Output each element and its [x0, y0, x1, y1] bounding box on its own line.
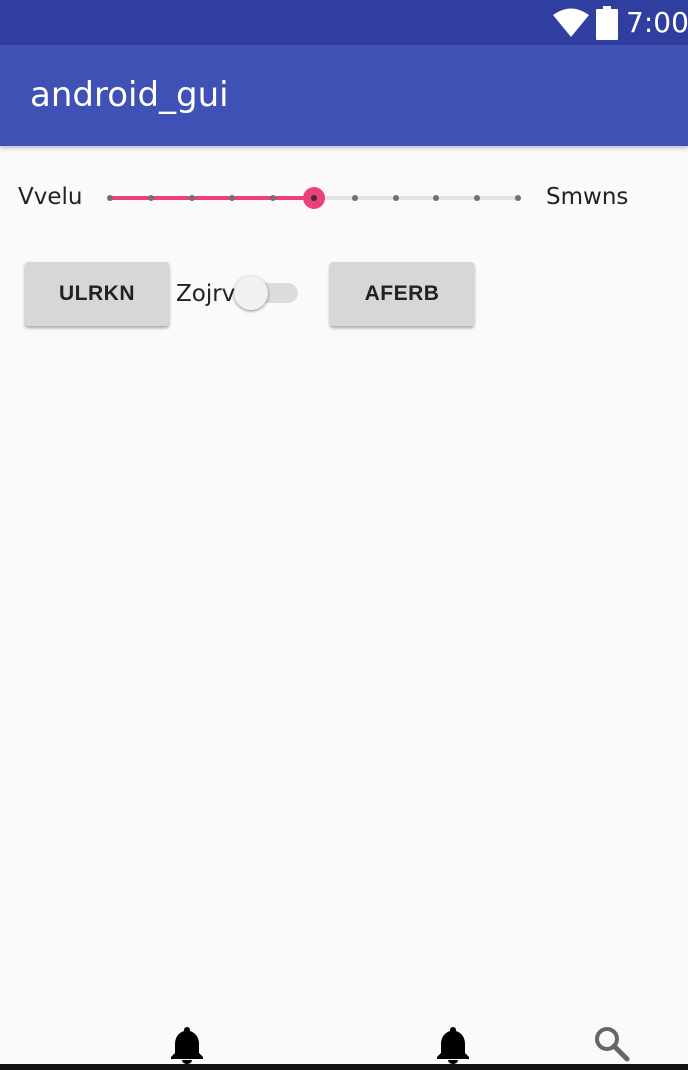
search-icon[interactable] — [592, 1024, 632, 1064]
slider-tick — [515, 195, 521, 201]
slider-min-label: Vvelu — [18, 184, 83, 210]
wifi-icon — [553, 8, 589, 37]
status-bar: 7:00 — [0, 0, 688, 45]
slider-tick — [433, 195, 440, 201]
slider-thumb[interactable] — [303, 187, 325, 209]
slider-max-label: Smwns — [546, 184, 629, 210]
zojrv-switch[interactable] — [232, 275, 300, 311]
navigation-bar-edge — [0, 1064, 688, 1070]
discrete-slider[interactable] — [100, 178, 530, 218]
slider-tick — [147, 195, 154, 201]
slider-tick — [270, 195, 277, 201]
app-bar: android_gui — [0, 45, 688, 146]
aferb-button[interactable]: AFERB — [330, 262, 474, 326]
switch-knob[interactable] — [234, 276, 268, 310]
slider-tick — [188, 195, 195, 201]
slider-track-fill — [110, 196, 314, 200]
status-time: 7:00 — [626, 6, 688, 39]
slider-tick — [351, 195, 358, 201]
slider-tick — [229, 195, 236, 201]
bell-icon[interactable] — [167, 1024, 207, 1064]
slider-tick — [107, 195, 113, 201]
battery-icon — [596, 6, 618, 40]
switch-label: Zojrv — [176, 281, 236, 307]
slider-tick — [474, 195, 481, 201]
bottom-nav — [0, 1010, 688, 1070]
bell-icon[interactable] — [433, 1024, 473, 1064]
ulrkn-button[interactable]: ULRKN — [25, 262, 169, 326]
slider-tick — [392, 195, 399, 201]
app-title: android_gui — [30, 75, 229, 115]
